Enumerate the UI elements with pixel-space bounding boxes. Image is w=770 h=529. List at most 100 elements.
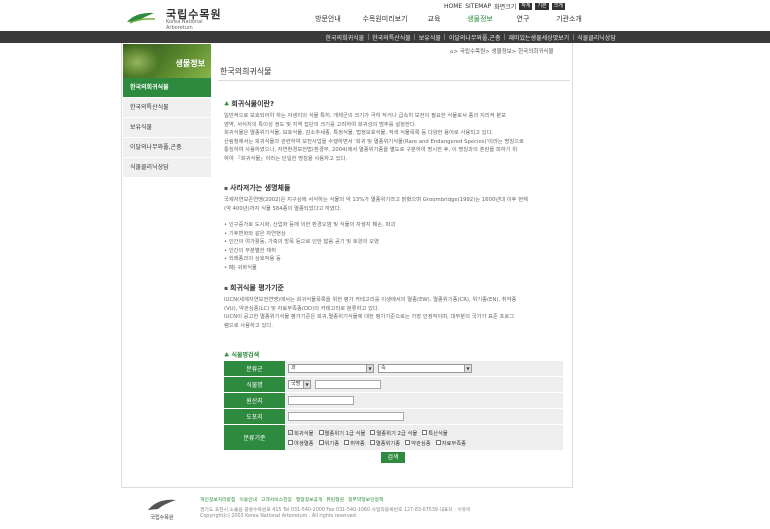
checkbox-icon: [344, 440, 350, 445]
side-item-clinic[interactable]: 식물클리닉상담: [123, 158, 211, 178]
list-item: • 기후변화와 같은 자연현상: [224, 230, 286, 237]
nav-about[interactable]: 기관소개: [540, 14, 598, 26]
section-disappearing-title-wrap: ▪ 사라져가는 생명체들: [224, 183, 290, 193]
checkbox-icon: [370, 430, 376, 435]
paragraph-line: (약 400년)까지 식물 584종이 멸종되었다고 하였다.: [224, 205, 342, 212]
search-title-wrap: ♣ 식물명검색: [224, 350, 259, 359]
section-criteria-title-wrap: ▪ 희귀식물 평가기준: [224, 283, 284, 293]
list-item: • 인간의 여가활동, 가축의 방목 등으로 인한 밟음 공기 및 토양의 오염: [224, 239, 379, 246]
checkbox-checked-icon: ✓: [288, 430, 293, 435]
check-cr[interactable]: 멸종위기종: [369, 439, 400, 447]
chevron-down-icon: ▼: [303, 381, 310, 388]
nav-preview[interactable]: 수목원미리보기: [356, 14, 414, 26]
protected-input[interactable]: [288, 412, 404, 421]
checkbox-icon: [318, 430, 324, 435]
plant-search-form: 분류군 과 ▼ 속 ▼ 식물명 국명 ▼ 원산지 도포지 분류기준 ✓ 희귀식물 멸종위…: [224, 361, 563, 451]
footer-logo: 국립수목원: [144, 496, 180, 522]
section-disappearing-body: 국제자연보존연맹(2002)은 지구상에 서식하는 식물의 약 13%가 멸종위…: [224, 196, 528, 213]
section-criteria-body: IUCN(세계자연보전연맹)에서는 희귀식물목록을 위한 평가 카테고리를 이생…: [224, 296, 516, 330]
check-rare[interactable]: ✓ 희귀식물: [288, 429, 314, 437]
paragraph-line: 산림청에서는 희귀식물과 관련하여 보전사업을 수행하면서 '희귀 및 멸종위기…: [224, 138, 524, 145]
check-dd[interactable]: 자료부족종: [435, 439, 466, 447]
paragraph-line: 국제자연보존연맹(2002)은 지구상에 서식하는 식물의 약 13%가 멸종위…: [224, 197, 528, 203]
nav-research[interactable]: 연구: [506, 14, 540, 26]
side-item-monthly[interactable]: 이달의나무와풀,곤충: [123, 138, 211, 158]
footer-logo-text: 국립수목원: [150, 515, 174, 521]
check-lc[interactable]: 약관심종: [405, 439, 431, 447]
subnav-held-plants[interactable]: 보유식물: [415, 33, 444, 42]
checkbox-icon: [405, 440, 411, 445]
font-normal-button[interactable]: 기본: [535, 3, 549, 10]
side-title: 생물정보: [175, 59, 205, 68]
subnav-monthly[interactable]: 이달의나무와풀,곤충: [445, 33, 504, 42]
side-item-held[interactable]: 보유식물: [123, 118, 211, 138]
search-button[interactable]: 검색: [381, 452, 405, 463]
list-item: • 인간의 무분별한 채취: [224, 247, 277, 254]
side-item-endemic[interactable]: 한국의특산식물: [123, 98, 211, 118]
check-endangered-2[interactable]: 멸종위기 2급 식물: [370, 429, 417, 437]
page-title: 한국의희귀식물: [220, 67, 272, 76]
checkbox-icon: [435, 440, 441, 445]
chevron-down-icon: ▼: [366, 365, 373, 372]
footer-link-charter[interactable]: 고객서비스헌장: [261, 496, 292, 503]
footer-copyright: Copyright(c) 2003 Korea National Arboret…: [200, 514, 356, 519]
genus-select[interactable]: 속 ▼: [378, 364, 472, 373]
form-row-protected: 도포지: [224, 409, 563, 425]
subnav-fun-world[interactable]: 재미있는생물세상엿보기: [505, 33, 573, 42]
leaf-logo-icon: [148, 499, 176, 510]
brand-name-en: Korea National Arboretum: [166, 19, 203, 31]
paragraph-line: 희귀식물은 멸종위기식물, 보호식물, 감소추세종, 특정식물, 법정보호식물,…: [224, 130, 494, 137]
habitat-input[interactable]: [288, 396, 354, 405]
font-size-label: 화면크기: [494, 4, 517, 11]
name-type-select[interactable]: 국명 ▼: [288, 380, 311, 389]
square-bullet-icon: ▪: [224, 185, 229, 192]
section-rare-body: 일반적으로 보호되어야 하는 자생지의 식물 특히, 개체군의 크기가 극히 작…: [224, 112, 524, 164]
family-select[interactable]: 과 ▼: [288, 364, 374, 373]
form-row-name: 식물명 국명 ▼: [224, 377, 563, 393]
list-item: • 폐) 귀화식물: [224, 264, 257, 271]
checkbox-icon: [422, 430, 428, 435]
check-ew[interactable]: 야생멸종: [288, 439, 314, 447]
footer-link-privacy[interactable]: 개인정보처리방침: [200, 496, 235, 503]
subnav-endemic-plants[interactable]: 한국의특산식물: [369, 33, 415, 42]
check-en[interactable]: 위기종: [318, 439, 339, 447]
footer-links: 개인정보처리방침 이용안내 고객서비스헌장 행정정보공개 뷰린형원 정부약정보안…: [200, 496, 383, 503]
paragraph-line: (VU), 약관심종(LC) 및 자료부족종(DD)의 카테고리로 분류하고 있…: [224, 305, 380, 312]
checkbox-icon: [318, 440, 324, 445]
subnav-clinic[interactable]: 식물클리닉상담: [574, 33, 620, 42]
footer-link-disclosure[interactable]: 행정정보공개: [296, 496, 322, 503]
check-endemic[interactable]: 특산식물: [422, 429, 448, 437]
plant-name-input[interactable]: [315, 380, 381, 389]
footer-link-security[interactable]: 정부약정보안정책: [348, 496, 383, 503]
leaf-bullet-icon: ♣: [224, 352, 230, 359]
nav-bio-info[interactable]: 생물정보: [454, 14, 506, 26]
sitemap-link[interactable]: SITEMAP: [465, 3, 491, 10]
site-logo[interactable]: 국립수목원 Korea National Arboretum: [126, 6, 226, 31]
group-label: 분류군: [224, 361, 285, 376]
nav-visit[interactable]: 방문안내: [300, 14, 356, 26]
title-divider: [218, 80, 570, 81]
check-vu[interactable]: 취약종: [344, 439, 365, 447]
list-item: • 외래종과의 상호작용 등: [224, 256, 281, 263]
nav-education[interactable]: 교육: [414, 14, 454, 26]
leaf-bullet-icon: ♣: [224, 101, 230, 108]
section-title: 사라져가는 생명체들: [230, 184, 291, 192]
utility-nav: HOME SITEMAP 화면크기 작게 기본 크게: [444, 2, 565, 11]
list-item: • 인구증가로 도시화, 산업화 등에 의한 환경오염 및 식물의 자생지 훼손…: [224, 222, 396, 228]
footer-address: 경기도 포천시 소흘읍 광릉수목원로 415 Tel 031-540-2000 …: [200, 508, 471, 513]
leaf-logo-icon: [127, 12, 156, 24]
font-large-button[interactable]: 크게: [551, 3, 565, 10]
paragraph-line: 통칭하여 사용하였으나, 자연환경보전법(환경부, 2004)에서 멸종위기종을…: [224, 147, 518, 154]
footer-link-directions[interactable]: 뷰린형원: [326, 496, 344, 503]
check-endangered-1[interactable]: 멸종위기 1급 식물: [318, 429, 365, 437]
grade-label: 분류기준: [224, 425, 285, 450]
footer-link-guide[interactable]: 이용안내: [239, 496, 257, 503]
side-menu: 한국의희귀식물 한국의특산식물 보유식물 이달의나무와풀,곤충 식물클리닉상담: [123, 78, 211, 178]
home-link[interactable]: HOME: [444, 3, 462, 10]
form-row-group: 분류군 과 ▼ 속 ▼: [224, 361, 563, 377]
square-bullet-icon: ▪: [224, 285, 229, 292]
subnav-rare-plants[interactable]: 한국의희귀식물: [322, 33, 368, 42]
form-row-habitat: 원산지: [224, 393, 563, 409]
side-item-rare[interactable]: 한국의희귀식물: [123, 78, 211, 98]
font-small-button[interactable]: 작게: [519, 3, 533, 10]
